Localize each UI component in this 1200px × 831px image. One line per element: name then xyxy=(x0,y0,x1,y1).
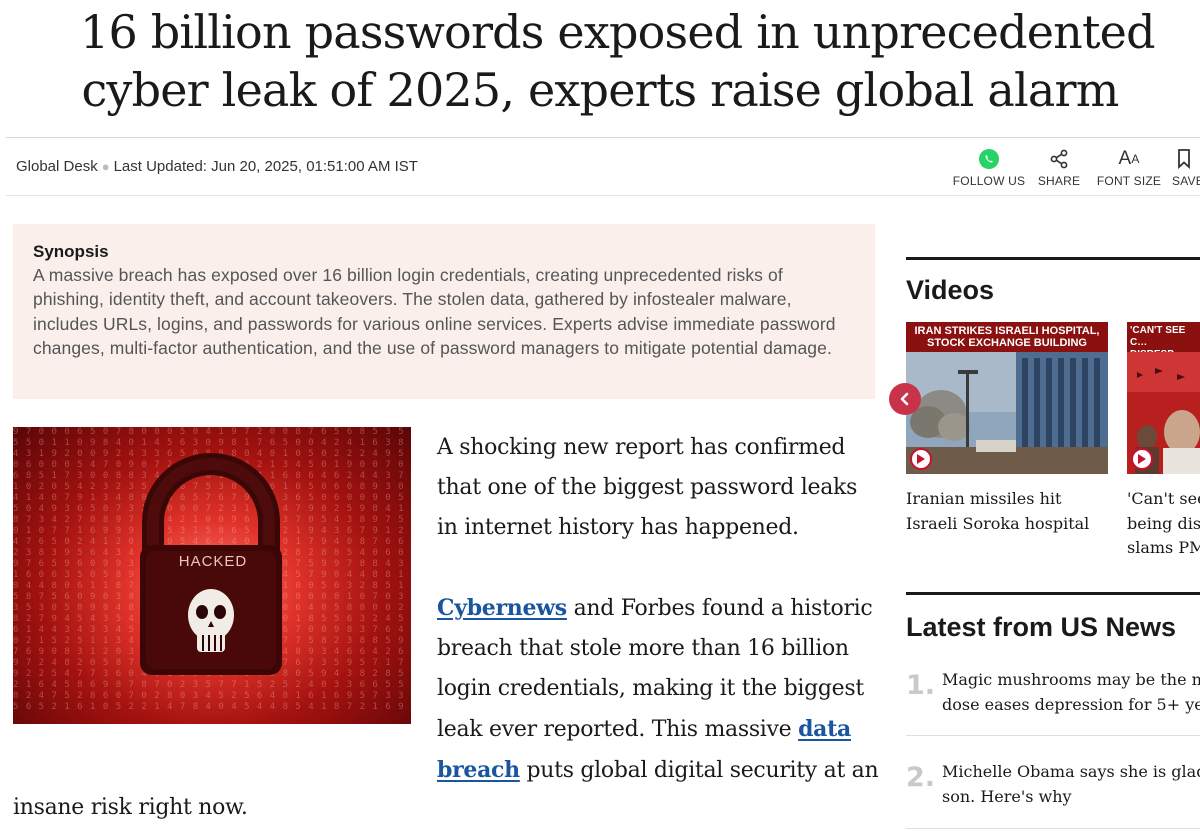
video-caption-2[interactable]: 'Can't see being disr slams PM xyxy=(1127,487,1200,561)
news-headline-line: Magic mushrooms may be the n xyxy=(942,670,1200,689)
video-banner: IRAN STRIKES ISRAELI HOSPITAL, STOCK EXC… xyxy=(906,322,1108,352)
padlock-icon xyxy=(140,453,282,675)
byline: Global Desk ● Last Updated: Jun 20, 2025, … xyxy=(16,158,418,175)
paragraph-text: A shocking new report has confirmed that… xyxy=(437,435,858,540)
article-headline: 16 billion passwords exposed in unpreced… xyxy=(0,0,1200,134)
font-size-icon: AA xyxy=(1118,148,1140,169)
font-size-label: FONT SIZE xyxy=(1096,174,1162,188)
bullet-separator: ● xyxy=(101,159,110,174)
videos-section-title: Videos xyxy=(906,275,995,305)
news-rank: 2. xyxy=(906,762,936,793)
paragraph-text: puts global digital security at an xyxy=(519,758,879,783)
author-name[interactable]: Global Desk xyxy=(16,158,98,175)
headline-line-1: 16 billion passwords exposed in unpreced… xyxy=(80,5,1156,59)
whatsapp-icon xyxy=(979,149,999,169)
follow-us-button[interactable]: FOLLOW US xyxy=(951,148,1027,188)
news-headline-line: Michelle Obama says she is glad xyxy=(942,762,1200,781)
divider xyxy=(6,195,1200,196)
share-icon xyxy=(1050,149,1068,169)
news-headline-line: son. Here's why xyxy=(942,787,1072,806)
share-button[interactable]: SHARE xyxy=(1030,148,1088,188)
synopsis-box: Synopsis A massive breach has exposed ov… xyxy=(13,224,875,399)
font-size-button[interactable]: AA FONT SIZE xyxy=(1094,148,1164,188)
follow-us-label: FOLLOW US xyxy=(952,174,1026,188)
play-icon xyxy=(910,448,932,470)
video-banner: 'CAN'T SEE C… DISRESP… xyxy=(1127,322,1200,360)
synopsis-title: Synopsis xyxy=(33,242,109,261)
video-thumbnail xyxy=(906,352,1108,474)
hacked-label: HACKED xyxy=(178,553,248,570)
news-headline-line: dose eases depression for 5+ yea xyxy=(942,695,1200,714)
section-rule xyxy=(906,592,1200,595)
divider xyxy=(6,137,1200,138)
play-icon xyxy=(1131,448,1153,470)
article-paragraph-1: A shocking new report has confirmed that… xyxy=(437,428,882,548)
video-card-1[interactable]: IRAN STRIKES ISRAELI HOSPITAL, STOCK EXC… xyxy=(906,322,1108,474)
carousel-prev-button[interactable] xyxy=(889,383,921,415)
video-card-2[interactable]: 'CAN'T SEE C… DISRESP… xyxy=(1127,322,1200,474)
share-label: SHARE xyxy=(1037,174,1081,188)
last-updated: Last Updated: Jun 20, 2025, 01:51:00 AM … xyxy=(113,158,418,175)
caption-line: being disr xyxy=(1127,513,1200,533)
paragraph-text-continued: insane risk right now. xyxy=(13,795,248,820)
save-button[interactable]: SAVE xyxy=(1172,148,1200,188)
divider xyxy=(906,828,1200,829)
chevron-left-icon xyxy=(900,392,909,406)
synopsis-body: A massive breach has exposed over 16 bil… xyxy=(33,265,836,359)
caption-line: slams PM xyxy=(1127,538,1200,557)
section-rule xyxy=(906,257,1200,260)
divider xyxy=(906,735,1200,736)
caption-line: Israeli Soroka hospital xyxy=(906,513,1090,533)
article-paragraph-2: Cybernews and Forbes found a historic br… xyxy=(437,588,882,791)
cybernews-link[interactable]: Cybernews xyxy=(437,595,567,621)
video-caption-1[interactable]: Iranian missiles hit Israeli Soroka hosp… xyxy=(906,487,1089,536)
caption-line: 'Can't see xyxy=(1127,489,1200,508)
bookmark-icon xyxy=(1178,149,1190,169)
hacked-padlock-image: 9 7 0 0 0 6 5 0 7 8 0 0 0 5 0 4 1 9 7 2 … xyxy=(13,427,411,724)
save-label: SAVE xyxy=(1172,174,1200,188)
caption-line: Iranian missiles hit xyxy=(906,489,1062,508)
headline-line-2: cyber leak of 2025, experts raise global… xyxy=(81,63,1119,117)
latest-news-title: Latest from US News xyxy=(906,612,1177,642)
news-rank: 1. xyxy=(906,670,936,701)
